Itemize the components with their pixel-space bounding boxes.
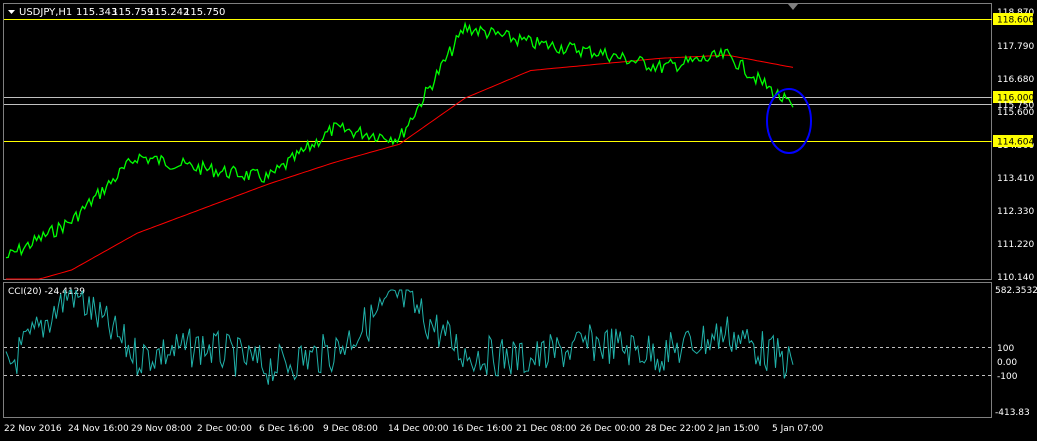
- price-tick-label: 117.790: [997, 42, 1034, 52]
- time-x-axis: 22 Nov 2016 24 Nov 16:00 29 Nov 08:00 2 …: [4, 424, 824, 434]
- cci-tick-label: 582.3532: [995, 286, 1037, 296]
- cci-tick-label: -100: [997, 372, 1018, 382]
- current-price-label: 115.750: [997, 101, 1034, 111]
- indicator-panel-frame: [3, 282, 992, 418]
- symbol-label: USDJPY,H1: [19, 7, 72, 18]
- price-tick-label: 111.220: [997, 240, 1034, 250]
- price-tick-label: 112.330: [997, 207, 1034, 217]
- x-tick-label: 29 Nov 08:00: [131, 424, 192, 434]
- x-tick-label: 6 Dec 16:00: [259, 424, 314, 434]
- ohlc-close: 115.750: [184, 7, 225, 18]
- cci-tick-label: 100: [997, 344, 1014, 354]
- x-tick-label: 21 Dec 08:00: [516, 424, 577, 434]
- x-tick-label: 2 Dec 00:00: [197, 424, 252, 434]
- cci-tick-label: -413.83: [995, 408, 1030, 418]
- price-tick-label: 116.680: [997, 75, 1034, 85]
- x-tick-label: 14 Dec 00:00: [388, 424, 449, 434]
- price-tick-label: 110.140: [997, 273, 1034, 283]
- cci-label: CCI(20) -24.4129: [8, 287, 85, 297]
- x-tick-label: 9 Dec 08:00: [323, 424, 378, 434]
- x-tick-label: 24 Nov 16:00: [68, 424, 129, 434]
- x-tick-label: 2 Jan 15:00: [708, 424, 760, 434]
- level-label-114604: 114.604: [997, 138, 1034, 148]
- level-label-118600: 118.600: [997, 16, 1034, 26]
- x-tick-label: 22 Nov 2016: [4, 424, 62, 434]
- x-tick-label: 26 Dec 00:00: [580, 424, 641, 434]
- x-tick-label: 16 Dec 16:00: [452, 424, 513, 434]
- cci-tick-label: 0.00: [997, 358, 1017, 368]
- x-tick-label: 5 Jan 07:00: [772, 424, 824, 434]
- trading-chart[interactable]: USDJPY,H1 115.343 115.759 115.242 115.75…: [0, 0, 1037, 441]
- x-tick-label: 28 Dec 22:00: [645, 424, 706, 434]
- cci-y-axis: 582.3532 100 0.00 -100 -413.83: [995, 286, 1037, 418]
- price-tick-label: 113.410: [997, 174, 1034, 184]
